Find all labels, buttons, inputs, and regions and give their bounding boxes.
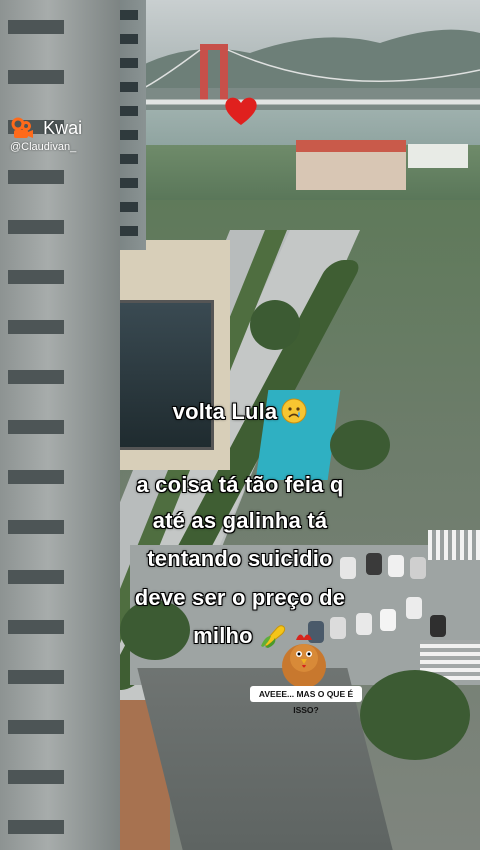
sticker-caption: AVEEE... MAS O QUE É ISSO?: [250, 686, 362, 715]
red-roof-building: [296, 140, 406, 190]
chicken-sticker: AVEEE... MAS O QUE É ISSO?: [250, 628, 362, 715]
caption-line-3: até as galinha tá: [152, 508, 328, 533]
sad-face-emoji-icon: [281, 398, 307, 424]
white-building: [408, 144, 468, 168]
caption-line-6: milho: [0, 622, 480, 649]
caption-line-2: a coisa tá tão feia q: [136, 472, 344, 497]
led-facade: [114, 300, 214, 450]
caption-line-5: deve ser o preço de: [134, 585, 346, 610]
caption-line-4: tentando suicidio: [147, 546, 333, 571]
kwai-brand-label: Kwai: [43, 117, 83, 138]
caption-text: volta Lula: [172, 399, 278, 424]
chicken-icon: [282, 634, 326, 688]
tree: [360, 670, 470, 760]
kwai-logo-icon: [11, 117, 33, 138]
tree: [250, 300, 300, 350]
creator-handle: @Claudivan_: [10, 141, 77, 153]
tree: [330, 420, 390, 470]
caption-text: milho: [193, 623, 253, 648]
suspension-bridge: [140, 44, 480, 105]
caption-line-1: volta Lula: [0, 398, 480, 425]
kwai-watermark: Kwai @Claudivan_: [10, 116, 82, 153]
red-heart-icon: [225, 97, 257, 125]
